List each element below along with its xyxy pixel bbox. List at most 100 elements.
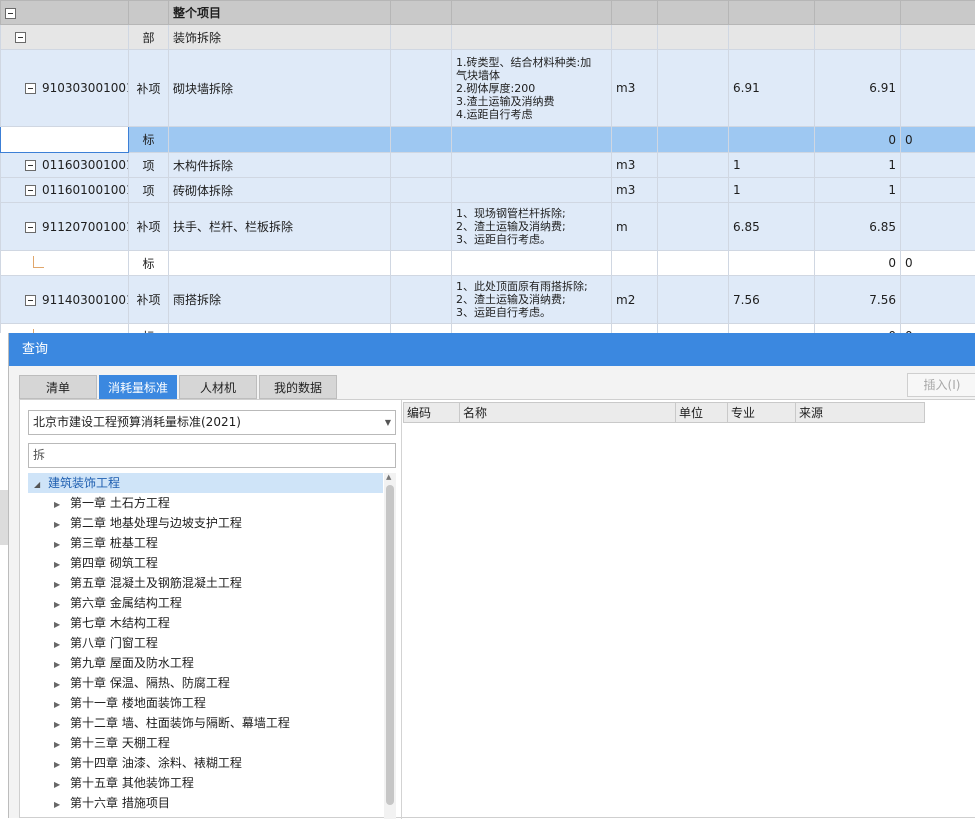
quantity-cell[interactable]: 6.91 (729, 50, 815, 127)
quantity-cell[interactable]: 6.85 (729, 203, 815, 251)
blank-cell[interactable] (391, 25, 452, 50)
table-row[interactable]: 911207001001补项扶手、栏杆、栏板拆除1、现场钢管栏杆拆除;2、渣土运… (1, 203, 975, 251)
type-cell[interactable]: 部 (129, 25, 169, 50)
chevron-right-icon[interactable]: ▶ (54, 715, 70, 735)
quantity-total-cell[interactable]: 0 (815, 127, 901, 153)
extra-cell[interactable] (901, 178, 975, 203)
tree-scrollbar[interactable]: ▲ (384, 473, 396, 819)
collapse-icon[interactable] (25, 185, 36, 196)
quantity-total-cell[interactable]: 7.56 (815, 276, 901, 324)
type-cell[interactable]: 标 (129, 324, 169, 334)
quantity-cell[interactable]: 1 (729, 178, 815, 203)
chevron-right-icon[interactable]: ▶ (54, 615, 70, 635)
expanded-icon[interactable]: ◢ (34, 475, 48, 495)
chevron-right-icon[interactable]: ▶ (54, 595, 70, 615)
blank-cell[interactable] (658, 50, 729, 127)
tree-item-chapter[interactable]: ▶第二章 地基处理与边坡支护工程 (28, 513, 383, 533)
col-name-header[interactable]: 名称 (459, 402, 676, 423)
col-code-header[interactable]: 编码 (403, 402, 460, 423)
extra-cell[interactable]: 0 (901, 127, 975, 153)
quantity-cell[interactable] (729, 25, 815, 50)
name-cell[interactable] (169, 251, 391, 276)
unit-cell[interactable]: m3 (612, 178, 658, 203)
code-cell[interactable]: 911403001001 (1, 276, 129, 324)
scroll-up-icon[interactable]: ▲ (386, 473, 391, 481)
blank-cell[interactable] (658, 203, 729, 251)
chevron-right-icon[interactable]: ▶ (54, 535, 70, 555)
tree-item-chapter[interactable]: ▶第七章 木结构工程 (28, 613, 383, 633)
blank-cell[interactable] (658, 276, 729, 324)
collapse-icon[interactable] (25, 83, 36, 94)
unit-cell[interactable] (612, 324, 658, 334)
blank-cell[interactable] (391, 251, 452, 276)
quantity-total-cell[interactable]: 1 (815, 178, 901, 203)
type-cell[interactable]: 标 (129, 251, 169, 276)
quantity-total-cell[interactable]: 1 (815, 153, 901, 178)
type-cell[interactable]: 补项 (129, 276, 169, 324)
code-cell[interactable]: 910303001001 (1, 50, 129, 127)
quantity-total-cell[interactable]: 6.85 (815, 203, 901, 251)
table-row[interactable]: 011601001001项砖砌体拆除m311 (1, 178, 975, 203)
chevron-right-icon[interactable]: ▶ (54, 495, 70, 515)
table-row[interactable]: 910303001001补项砌块墙拆除1.砖类型、结合材料种类:加气块墙体2.砌… (1, 50, 975, 127)
quantity-total-cell[interactable]: 0 (815, 324, 901, 334)
feature-cell[interactable] (452, 127, 612, 153)
extra-cell[interactable] (901, 25, 975, 50)
unit-cell[interactable]: m3 (612, 153, 658, 178)
unit-cell[interactable] (612, 25, 658, 50)
extra-cell[interactable] (901, 153, 975, 178)
chevron-right-icon[interactable]: ▶ (54, 635, 70, 655)
tree-item-chapter[interactable]: ▶第十六章 措施项目 (28, 793, 383, 813)
collapse-icon[interactable] (5, 8, 16, 19)
collapse-icon[interactable] (25, 160, 36, 171)
quantity-cell[interactable]: 1 (729, 153, 815, 178)
tree-item-chapter[interactable]: ▶第十二章 墙、柱面装饰与隔断、幕墙工程 (28, 713, 383, 733)
tree-item-chapter[interactable]: ▶第十三章 天棚工程 (28, 733, 383, 753)
name-cell[interactable] (169, 127, 391, 153)
tree-item-chapter[interactable]: ▶第八章 门窗工程 (28, 633, 383, 653)
quantity-cell[interactable] (729, 251, 815, 276)
tree-item-chapter[interactable]: ▶第十章 保温、隔热、防腐工程 (28, 673, 383, 693)
feature-cell[interactable]: 1、此处顶面原有雨搭拆除;2、渣土运输及消纳费;3、运距自行考虑。 (452, 276, 612, 324)
tree-item-chapter[interactable]: ▶第十一章 楼地面装饰工程 (28, 693, 383, 713)
quantity-cell[interactable]: 7.56 (729, 276, 815, 324)
blank-cell[interactable] (391, 203, 452, 251)
extra-cell[interactable]: 0 (901, 324, 975, 334)
tree-root-item[interactable]: ◢建筑装饰工程 (28, 473, 383, 493)
blank-cell[interactable] (658, 324, 729, 334)
col-source-header[interactable]: 来源 (795, 402, 925, 423)
chevron-right-icon[interactable]: ▶ (54, 735, 70, 755)
type-cell[interactable]: 项 (129, 178, 169, 203)
tree-item-chapter[interactable]: ▶第九章 屋面及防水工程 (28, 653, 383, 673)
table-row[interactable]: 标 00 (1, 324, 975, 334)
tree-item-chapter[interactable]: ▶第五章 混凝土及钢筋混凝土工程 (28, 573, 383, 593)
chevron-right-icon[interactable]: ▶ (54, 555, 70, 575)
blank-cell[interactable] (391, 276, 452, 324)
extra-cell[interactable]: 0 (901, 251, 975, 276)
unit-cell[interactable]: m2 (612, 276, 658, 324)
table-row[interactable]: 标00 (1, 127, 975, 153)
table-row[interactable]: 911403001001补项雨搭拆除1、此处顶面原有雨搭拆除;2、渣土运输及消纳… (1, 276, 975, 324)
code-cell[interactable] (1, 324, 129, 334)
col-major-header[interactable]: 专业 (727, 402, 796, 423)
name-cell[interactable]: 装饰拆除 (169, 25, 391, 50)
blank-cell[interactable] (658, 178, 729, 203)
quantity-total-cell[interactable]: 0 (815, 251, 901, 276)
name-cell[interactable]: 扶手、栏杆、栏板拆除 (169, 203, 391, 251)
collapse-icon[interactable] (15, 32, 26, 43)
tree-item-chapter[interactable]: ▶第十四章 油漆、涂料、裱糊工程 (28, 753, 383, 773)
blank-cell[interactable] (391, 178, 452, 203)
search-input[interactable]: 拆 (28, 443, 396, 468)
code-cell[interactable]: 911207001001 (1, 203, 129, 251)
tab-my-data[interactable]: 我的数据 (259, 375, 337, 399)
type-cell[interactable]: 项 (129, 153, 169, 178)
chevron-right-icon[interactable]: ▶ (54, 575, 70, 595)
blank-cell[interactable] (391, 153, 452, 178)
code-cell[interactable] (1, 25, 129, 50)
collapse-icon[interactable] (25, 295, 36, 306)
blank-cell[interactable] (391, 324, 452, 334)
blank-cell[interactable] (391, 127, 452, 153)
quantity-cell[interactable] (729, 324, 815, 334)
feature-cell[interactable] (452, 153, 612, 178)
extra-cell[interactable] (901, 50, 975, 127)
